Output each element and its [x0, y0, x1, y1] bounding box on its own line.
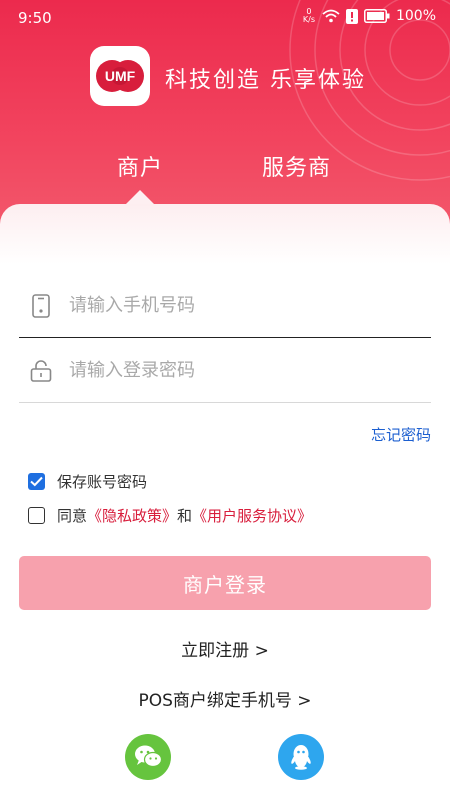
- network-speed-unit: K/s: [302, 15, 316, 24]
- register-link[interactable]: 立即注册 >: [0, 636, 450, 661]
- network-speed: 0 K/s: [302, 8, 316, 24]
- phone-icon: [19, 293, 63, 318]
- agreement-and: 和: [177, 507, 193, 525]
- logo-mark: UMF: [96, 60, 144, 92]
- agreement-option[interactable]: 同意 《隐私政策》 和 《用户服务协议》: [28, 505, 312, 526]
- lock-icon: [19, 359, 63, 382]
- agreement-prefix: 同意: [57, 507, 88, 525]
- save-credentials-option[interactable]: 保存账号密码: [28, 471, 147, 492]
- status-bar: 9:50 0 K/s 100%: [0, 0, 450, 36]
- save-credentials-label: 保存账号密码: [57, 473, 148, 491]
- wechat-login-button[interactable]: [125, 734, 171, 780]
- slogan: 科技创造 乐享体验: [165, 68, 366, 93]
- service-agreement-link[interactable]: 《用户服务协议》: [192, 505, 312, 526]
- phone-input[interactable]: [69, 295, 409, 316]
- battery-percentage: 100%: [395, 8, 436, 24]
- battery-icon: [363, 9, 390, 23]
- password-field[interactable]: [19, 339, 431, 403]
- tab-selected-indicator: [126, 190, 154, 204]
- forgot-password-link[interactable]: 忘记密码: [371, 424, 431, 445]
- wifi-icon: [322, 9, 340, 23]
- merchant-login-button[interactable]: 商户登录: [19, 556, 431, 610]
- wechat-icon: [135, 745, 163, 768]
- qq-icon: [291, 745, 311, 770]
- tab-merchant[interactable]: 商户: [117, 150, 163, 182]
- alert-icon: [345, 8, 358, 24]
- logo-text: UMF: [105, 68, 136, 84]
- phone-field[interactable]: [19, 274, 431, 338]
- qq-login-button[interactable]: [278, 734, 324, 780]
- agreement-checkbox[interactable]: [28, 507, 45, 524]
- tab-service-provider[interactable]: 服务商: [262, 150, 331, 182]
- password-input[interactable]: [69, 360, 409, 381]
- pos-bind-phone-link[interactable]: POS商户绑定手机号 >: [0, 686, 450, 711]
- save-credentials-checkbox[interactable]: [28, 473, 45, 490]
- status-indicators: 0 K/s 100%: [302, 8, 436, 25]
- app-logo: UMF: [90, 46, 150, 106]
- status-time: 9:50: [18, 9, 52, 27]
- privacy-policy-link[interactable]: 《隐私政策》: [87, 505, 177, 526]
- checkmark-icon: [30, 476, 43, 487]
